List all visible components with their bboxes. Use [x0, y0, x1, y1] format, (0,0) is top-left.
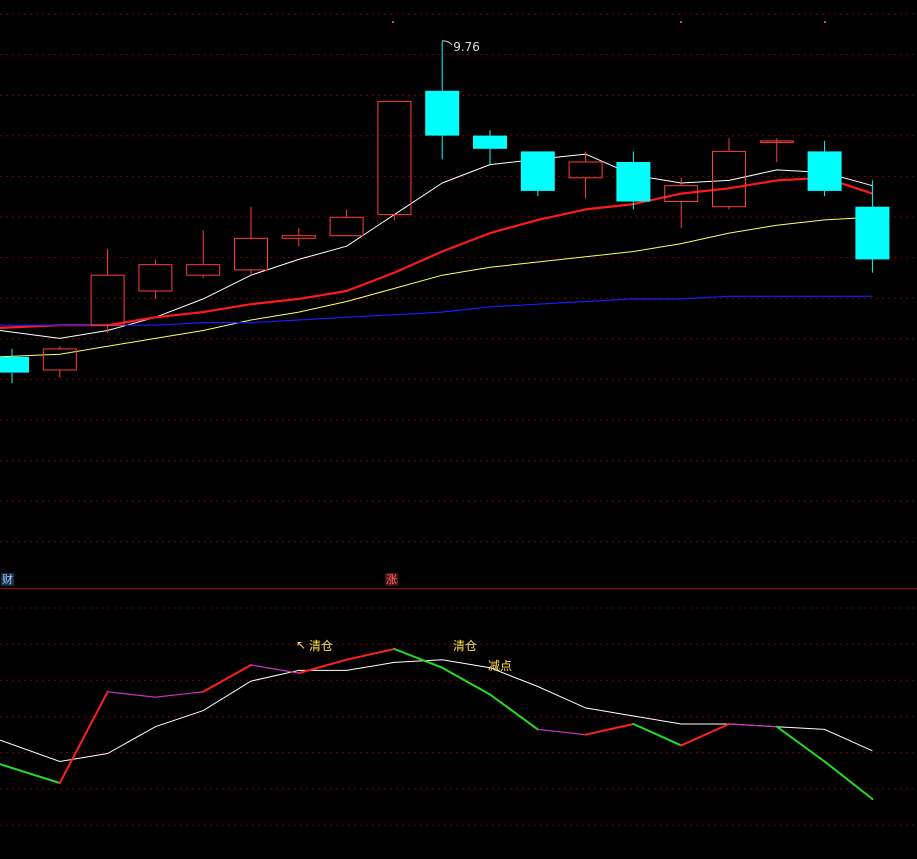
candle-body [616, 162, 651, 202]
max-price-label: 9.76 [453, 39, 480, 54]
signal-dot [680, 21, 682, 23]
candle-body [807, 151, 842, 191]
candle-body [473, 135, 507, 149]
candle-body [855, 206, 890, 260]
candle-down [520, 151, 555, 197]
candle-body [425, 90, 460, 136]
stock-chart [0, 0, 917, 859]
annotation-arrow: ↖ [296, 638, 307, 652]
signal-dot [824, 21, 826, 23]
annotation-clear-position-2: 清仓 [453, 639, 478, 653]
annotation-reduce: 减点 [488, 659, 513, 673]
candle-body [0, 356, 29, 373]
finance-badge[interactable]: 财 [1, 573, 14, 586]
rise-badge[interactable]: 涨 [385, 573, 398, 586]
signal-dot [392, 21, 394, 23]
annotation-clear-position-1: 清仓 [309, 639, 334, 653]
candle-body [520, 151, 555, 191]
